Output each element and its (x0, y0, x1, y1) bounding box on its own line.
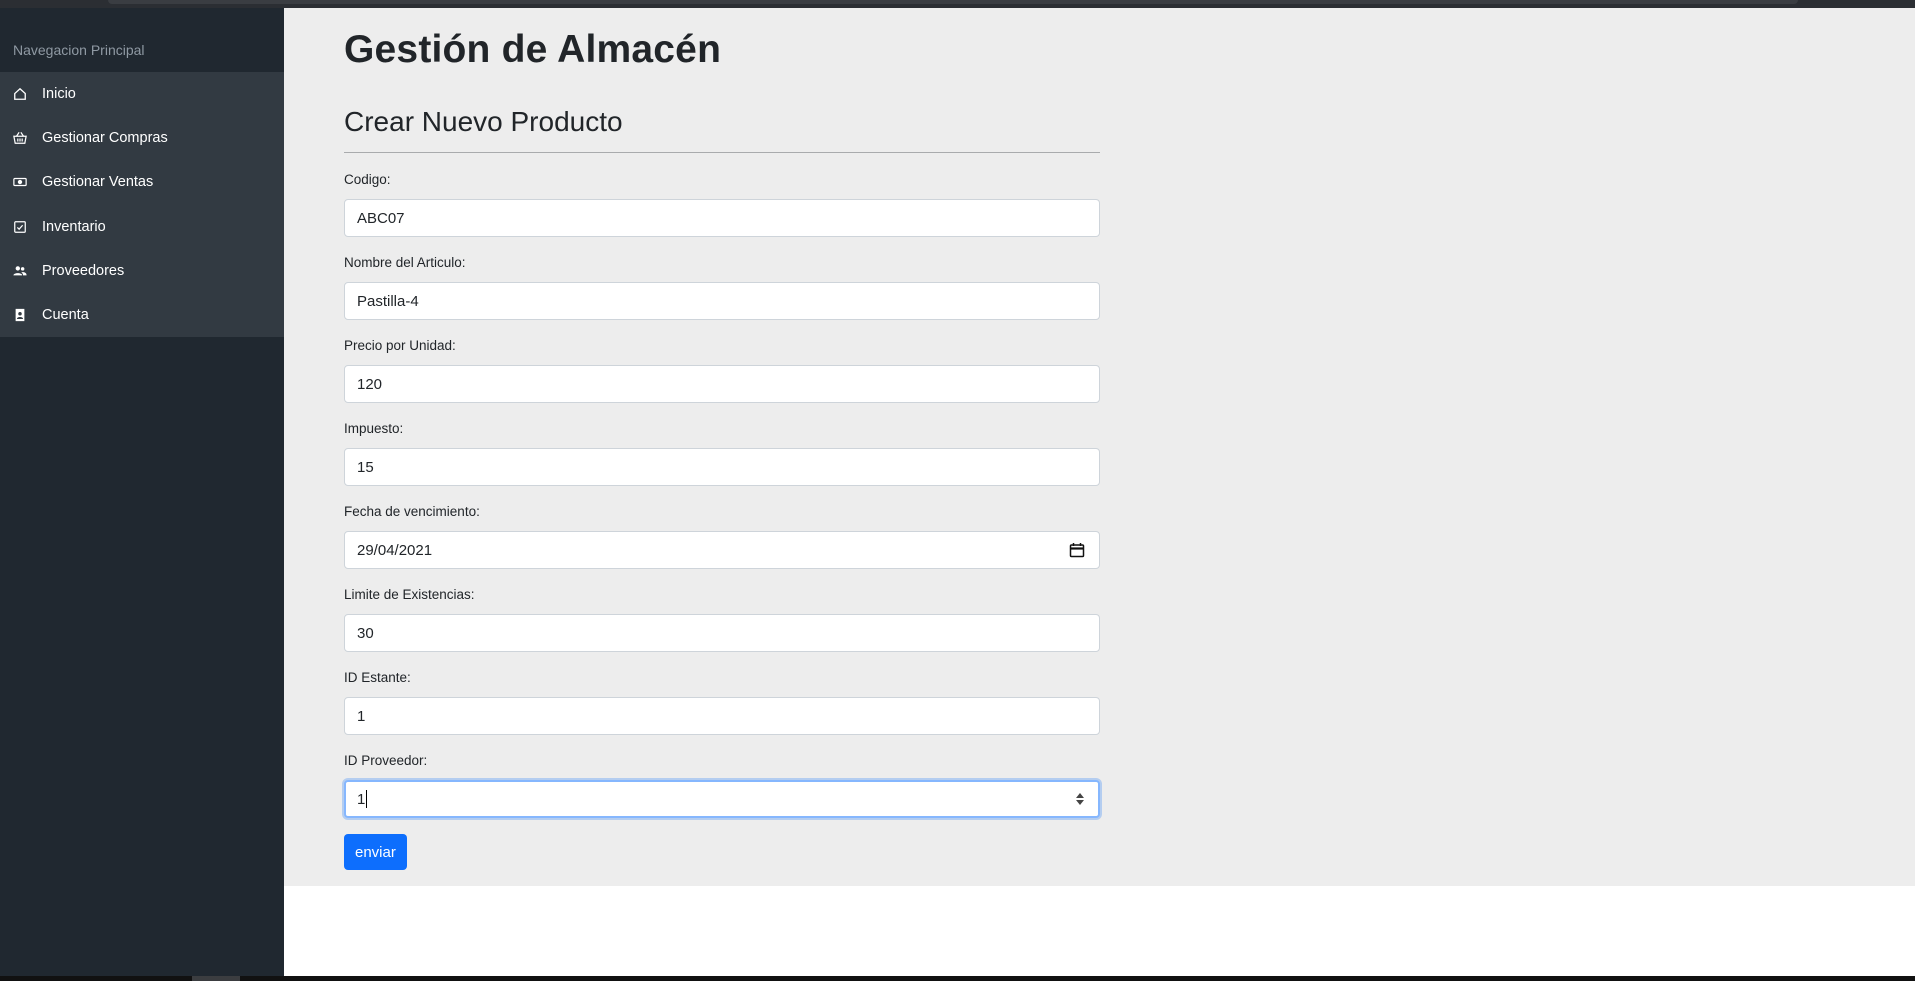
id-proveedor-input[interactable]: 1 (344, 780, 1100, 818)
home-icon (13, 87, 27, 101)
sidebar-item-label: Cuenta (42, 307, 89, 324)
text-cursor (366, 790, 368, 808)
sidebar-item-label: Gestionar Compras (42, 130, 168, 147)
fecha-vencimiento-value: 29/04/2021 (357, 541, 433, 559)
people-icon (13, 264, 27, 278)
fecha-vencimiento-label: Fecha de vencimiento: (344, 504, 480, 519)
sidebar-item-label: Inicio (42, 86, 76, 103)
limite-existencias-label: Limite de Existencias: (344, 587, 475, 602)
sidebar-item-gestionar-compras[interactable]: Gestionar Compras (0, 116, 284, 160)
nombre-articulo-input[interactable]: Pastilla-4 (344, 282, 1100, 320)
sidebar-heading: Navegacion Principal (13, 42, 145, 58)
codigo-label: Codigo: (344, 172, 391, 187)
browser-top-bar-strip (108, 0, 1798, 4)
codigo-input[interactable]: ABC07 (344, 199, 1100, 237)
impuesto-value: 15 (357, 458, 374, 476)
spinner-up-icon[interactable] (1076, 793, 1084, 798)
cash-icon (13, 175, 27, 189)
sidebar-item-label: Gestionar Ventas (42, 174, 154, 191)
sidebar-menu: Inicio Gestionar Compras Gestionar Venta… (0, 72, 284, 338)
page-footer-area (284, 886, 1915, 976)
number-spinner-icon[interactable] (1076, 793, 1084, 805)
sidebar-item-gestionar-ventas[interactable]: Gestionar Ventas (0, 160, 284, 204)
form-title: Crear Nuevo Producto (344, 106, 623, 137)
nombre-articulo-label: Nombre del Articulo: (344, 255, 466, 270)
id-proveedor-label: ID Proveedor: (344, 753, 428, 768)
impuesto-label: Impuesto: (344, 421, 404, 436)
impuesto-input[interactable]: 15 (344, 448, 1100, 486)
sidebar: Navegacion Principal Inicio Gestionar Co… (0, 8, 284, 976)
page-title: Gestión de Almacén (344, 28, 722, 71)
browser-top-bar (0, 0, 1915, 8)
id-estante-label: ID Estante: (344, 670, 411, 685)
scrollbar-thumb[interactable] (192, 976, 240, 981)
precio-unidad-value: 120 (357, 375, 383, 393)
id-proveedor-value: 1 (357, 790, 366, 808)
spinner-down-icon[interactable] (1076, 800, 1084, 805)
sidebar-item-cuenta[interactable]: Cuenta (0, 293, 284, 337)
sidebar-item-inicio[interactable]: Inicio (0, 72, 284, 116)
contact-card-icon (13, 308, 27, 322)
fecha-vencimiento-input[interactable]: 29/04/2021 (344, 531, 1100, 569)
limite-existencias-input[interactable]: 30 (344, 614, 1100, 652)
checklist-icon (13, 220, 27, 234)
id-estante-input[interactable]: 1 (344, 697, 1100, 735)
sidebar-item-proveedores[interactable]: Proveedores (0, 249, 284, 293)
limite-existencias-value: 30 (357, 624, 374, 642)
precio-unidad-label: Precio por Unidad: (344, 338, 456, 353)
calendar-icon[interactable] (1069, 542, 1085, 558)
sidebar-item-label: Inventario (42, 218, 106, 235)
nombre-articulo-value: Pastilla-4 (357, 292, 419, 310)
sidebar-item-label: Proveedores (42, 262, 125, 279)
sidebar-item-inventario[interactable]: Inventario (0, 205, 284, 249)
divider (344, 152, 1100, 153)
precio-unidad-input[interactable]: 120 (344, 365, 1100, 403)
submit-button[interactable]: enviar (344, 834, 407, 870)
basket-icon (13, 131, 27, 145)
id-estante-value: 1 (357, 707, 366, 725)
codigo-value: ABC07 (357, 209, 405, 227)
main-content: Gestión de Almacén Crear Nuevo Producto … (284, 8, 1915, 886)
browser-bottom-bar (0, 976, 1915, 981)
